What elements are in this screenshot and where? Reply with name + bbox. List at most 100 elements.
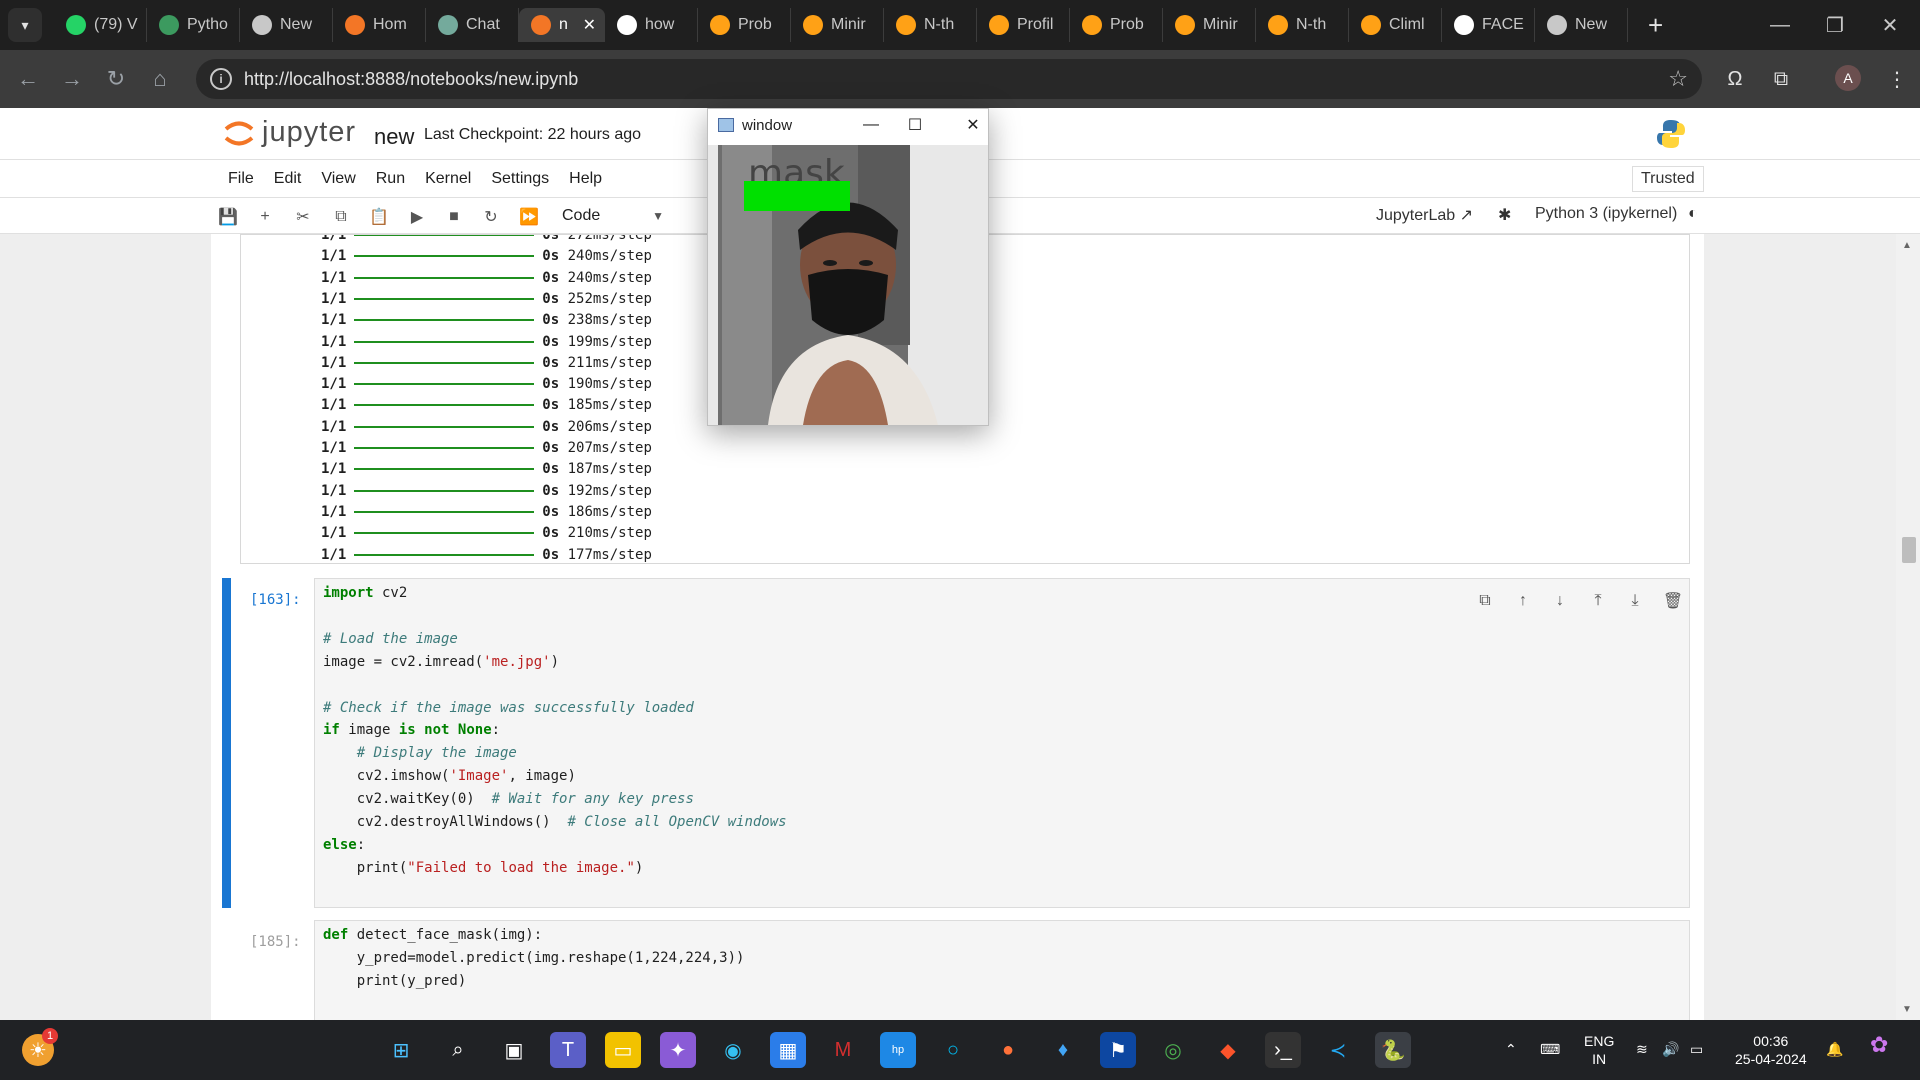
reload-icon[interactable]: ↻ bbox=[94, 66, 138, 92]
debugger-bug-icon[interactable]: ✱ bbox=[1498, 205, 1511, 225]
edge-icon[interactable]: ◉ bbox=[715, 1032, 751, 1068]
menu-help[interactable]: Help bbox=[559, 170, 612, 188]
notebook-name[interactable]: new bbox=[374, 124, 414, 150]
opencv-window[interactable]: window — ☐ ✕ mask bbox=[707, 108, 989, 426]
photos-icon[interactable]: ✦ bbox=[660, 1032, 696, 1068]
browser-tab[interactable]: Climl bbox=[1349, 8, 1442, 42]
home-icon[interactable]: ⌂ bbox=[138, 66, 182, 92]
menu-view[interactable]: View bbox=[311, 170, 365, 188]
tray-overflow-icon[interactable]: ⌃ bbox=[1505, 1040, 1517, 1058]
menu-settings[interactable]: Settings bbox=[481, 170, 559, 188]
browser-tab[interactable]: Chat bbox=[426, 8, 519, 42]
paste-icon[interactable]: 📋 bbox=[366, 204, 392, 230]
search-icon[interactable]: ⌕ bbox=[440, 1032, 476, 1068]
forward-icon[interactable]: → bbox=[50, 66, 94, 92]
dev-tool-icon[interactable]: ⚑ bbox=[1100, 1032, 1136, 1068]
minimize-icon[interactable]: — bbox=[1750, 0, 1810, 50]
browser-tab[interactable]: Minir bbox=[791, 8, 884, 42]
browser-tab[interactable]: Pytho bbox=[147, 8, 240, 42]
site-info-icon[interactable]: i bbox=[210, 68, 232, 90]
cell-type-select[interactable]: Code ▼ bbox=[554, 204, 664, 228]
alexa-icon[interactable]: ○ bbox=[935, 1032, 971, 1068]
code-cell-185[interactable]: [185]: def detect_face_mask(img): y_pred… bbox=[222, 920, 1690, 1020]
jupyter-wordmark[interactable]: jupyter bbox=[262, 116, 356, 149]
delete-cell-icon[interactable]: 🗑 bbox=[1660, 588, 1686, 614]
browser-tab[interactable]: n ✕ bbox=[519, 8, 605, 42]
browser-tab[interactable]: (79) V bbox=[54, 8, 147, 42]
firefox-icon[interactable]: ● bbox=[990, 1032, 1026, 1068]
run-icon[interactable]: ▶ bbox=[404, 204, 430, 230]
myhp-icon[interactable]: hp bbox=[880, 1032, 916, 1068]
stop-icon[interactable]: ■ bbox=[441, 204, 467, 230]
bookmark-star-icon[interactable]: ☆ bbox=[1668, 66, 1688, 92]
back-icon[interactable]: ← bbox=[6, 66, 50, 92]
duplicate-cell-icon[interactable]: ⧉ bbox=[1472, 588, 1498, 614]
copilot-icon[interactable]: ✿ bbox=[1870, 1034, 1888, 1056]
close-icon[interactable]: ✕ bbox=[958, 113, 988, 137]
browser-tab[interactable]: FACE bbox=[1442, 8, 1535, 42]
move-down-icon[interactable]: ↓ bbox=[1547, 588, 1573, 614]
restore-icon[interactable]: ❐ bbox=[1805, 0, 1865, 50]
browser-tab[interactable]: Minir bbox=[1163, 8, 1256, 42]
file-explorer-icon[interactable]: ▭ bbox=[605, 1032, 641, 1068]
language-indicator[interactable]: ENG IN bbox=[1584, 1032, 1614, 1068]
browser-tab[interactable]: how bbox=[605, 8, 698, 42]
menu-kebab-icon[interactable]: ⋮ bbox=[1880, 62, 1914, 96]
notification-bell-icon[interactable]: 🔔 bbox=[1826, 1040, 1843, 1058]
python-app-icon[interactable]: 🐍 bbox=[1375, 1032, 1411, 1068]
cell-editor[interactable]: def detect_face_mask(img): y_pred=model.… bbox=[314, 920, 1690, 1020]
fast-forward-icon[interactable]: ⏩ bbox=[516, 204, 542, 230]
clock[interactable]: 00:36 25-04-2024 bbox=[1735, 1032, 1807, 1068]
scrollbar-thumb[interactable] bbox=[1902, 537, 1916, 563]
volume-icon[interactable]: 🔊 bbox=[1662, 1040, 1679, 1058]
browser-tab[interactable]: Prob bbox=[1070, 8, 1163, 42]
chrome-icon[interactable]: ◎ bbox=[1155, 1032, 1191, 1068]
menu-file[interactable]: File bbox=[218, 170, 264, 188]
menu-kernel[interactable]: Kernel bbox=[415, 170, 481, 188]
cell-editor[interactable]: import cv2 # Load the image image = cv2.im… bbox=[314, 578, 1690, 908]
battery-icon[interactable]: ▭ bbox=[1690, 1040, 1703, 1058]
browser-tab[interactable]: Profil bbox=[977, 8, 1070, 42]
browser-tab[interactable]: N-th bbox=[1256, 8, 1349, 42]
insert-below-icon[interactable]: ⤓ bbox=[1622, 588, 1648, 614]
browser-tab[interactable]: New bbox=[240, 8, 333, 42]
browser-tab[interactable]: Hom bbox=[333, 8, 426, 42]
mcafee-icon[interactable]: M bbox=[825, 1032, 861, 1068]
brave-icon[interactable]: ◆ bbox=[1210, 1032, 1246, 1068]
extension-omega-icon[interactable]: Ω bbox=[1718, 62, 1752, 96]
url-text[interactable]: http://localhost:8888/notebooks/new.ipyn… bbox=[244, 69, 578, 90]
wifi-icon[interactable]: ≋ bbox=[1636, 1040, 1648, 1058]
browser-tab[interactable]: New bbox=[1535, 8, 1628, 42]
start-windows-icon[interactable]: ⊞ bbox=[383, 1032, 419, 1068]
jupyter-logo-icon[interactable] bbox=[222, 116, 256, 150]
store-icon[interactable]: ▦ bbox=[770, 1032, 806, 1068]
add-cell-icon[interactable]: + bbox=[252, 204, 278, 230]
cut-icon[interactable]: ✂ bbox=[290, 204, 316, 230]
tab-search-dropdown[interactable]: ▾ bbox=[8, 8, 42, 42]
trusted-badge[interactable]: Trusted bbox=[1632, 166, 1704, 192]
restart-icon[interactable]: ↻ bbox=[478, 204, 504, 230]
scroll-down-icon[interactable]: ▼ bbox=[1902, 1004, 1912, 1015]
python-idle-icon[interactable]: ♦ bbox=[1045, 1032, 1081, 1068]
maximize-icon[interactable]: ☐ bbox=[900, 113, 930, 137]
copy-icon[interactable]: ⧉ bbox=[328, 204, 354, 230]
move-up-icon[interactable]: ↑ bbox=[1510, 588, 1536, 614]
minimize-icon[interactable]: — bbox=[856, 113, 886, 137]
tab-close-icon[interactable]: ✕ bbox=[583, 15, 596, 35]
terminal-icon[interactable]: ›_ bbox=[1265, 1032, 1301, 1068]
task-view-icon[interactable]: ▣ bbox=[496, 1032, 532, 1068]
browser-tab[interactable]: N-th bbox=[884, 8, 977, 42]
opencv-titlebar[interactable]: window bbox=[708, 109, 988, 141]
kernel-name[interactable]: Python 3 (ipykernel) bbox=[1535, 205, 1677, 223]
keyboard-icon[interactable]: ⌨ bbox=[1540, 1040, 1560, 1058]
scroll-up-icon[interactable]: ▲ bbox=[1902, 240, 1912, 251]
close-window-icon[interactable]: ✕ bbox=[1860, 0, 1920, 50]
insert-above-icon[interactable]: ⤒ bbox=[1585, 588, 1611, 614]
address-bar[interactable]: i http://localhost:8888/notebooks/new.ip… bbox=[196, 59, 1702, 99]
profile-avatar[interactable]: A bbox=[1835, 65, 1861, 91]
extensions-puzzle-icon[interactable]: ⧉ bbox=[1764, 62, 1798, 96]
browser-tab[interactable]: Prob bbox=[698, 8, 791, 42]
code-cell-163[interactable]: [163]: import cv2 # Load the image image =… bbox=[222, 578, 1690, 908]
menu-run[interactable]: Run bbox=[366, 170, 415, 188]
new-tab-button[interactable]: + bbox=[1648, 10, 1663, 41]
